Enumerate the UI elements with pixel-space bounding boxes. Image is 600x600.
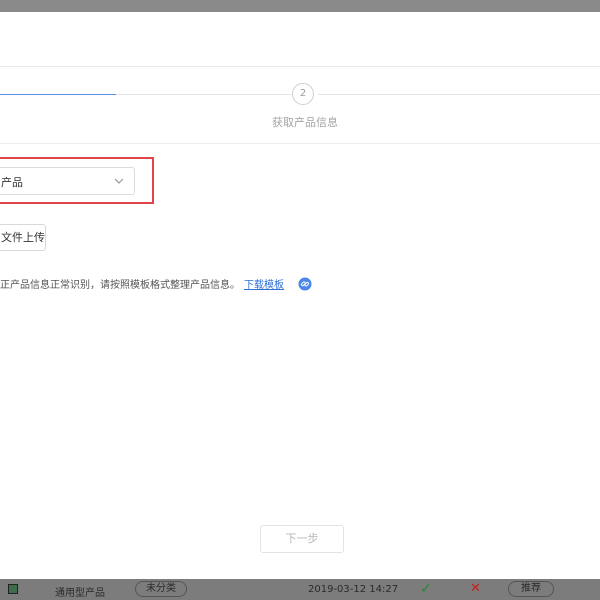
check-icon: ✓ xyxy=(420,581,432,597)
row-date: 2019-03-12 14:27 xyxy=(308,584,399,595)
section-divider xyxy=(0,143,600,144)
file-upload-button[interactable]: 文件上传 xyxy=(0,224,46,251)
overlay-strip xyxy=(0,0,600,12)
link-icon[interactable] xyxy=(298,277,312,291)
product-type-value: 产品 xyxy=(1,176,23,189)
step-2-label: 获取产品信息 xyxy=(272,116,338,129)
row-product-name: 通用型产品 xyxy=(55,588,105,599)
chevron-down-icon xyxy=(114,178,124,184)
step-progress-done xyxy=(0,94,116,95)
step-2-indicator: 2 xyxy=(292,83,314,105)
background-table-row: 通用型产品 未分类 2019-03-12 14:27 ✓ ✕ 推荐 xyxy=(0,579,600,600)
header-divider xyxy=(0,66,600,67)
row-category-badge: 未分类 xyxy=(135,581,187,597)
template-tip: 正产品信息正常识别，请按照模板格式整理产品信息。 下载模板 xyxy=(0,276,312,291)
upload-product-dialog: 2 获取产品信息 产品 文件上传 正产品信息正常识别，请按照模板格式整理产品信息… xyxy=(0,0,600,600)
next-step-button[interactable]: 下一步 xyxy=(260,525,344,553)
tip-text: 正产品信息正常识别，请按照模板格式整理产品信息。 xyxy=(0,280,240,291)
close-icon: ✕ xyxy=(470,581,481,596)
step-progress-pending xyxy=(116,94,292,95)
product-type-select[interactable]: 产品 xyxy=(0,167,135,195)
recommend-button: 推荐 xyxy=(508,581,554,597)
product-thumbnail xyxy=(8,584,18,594)
step-progress-pending xyxy=(318,94,600,95)
download-template-link[interactable]: 下载模板 xyxy=(244,276,284,291)
